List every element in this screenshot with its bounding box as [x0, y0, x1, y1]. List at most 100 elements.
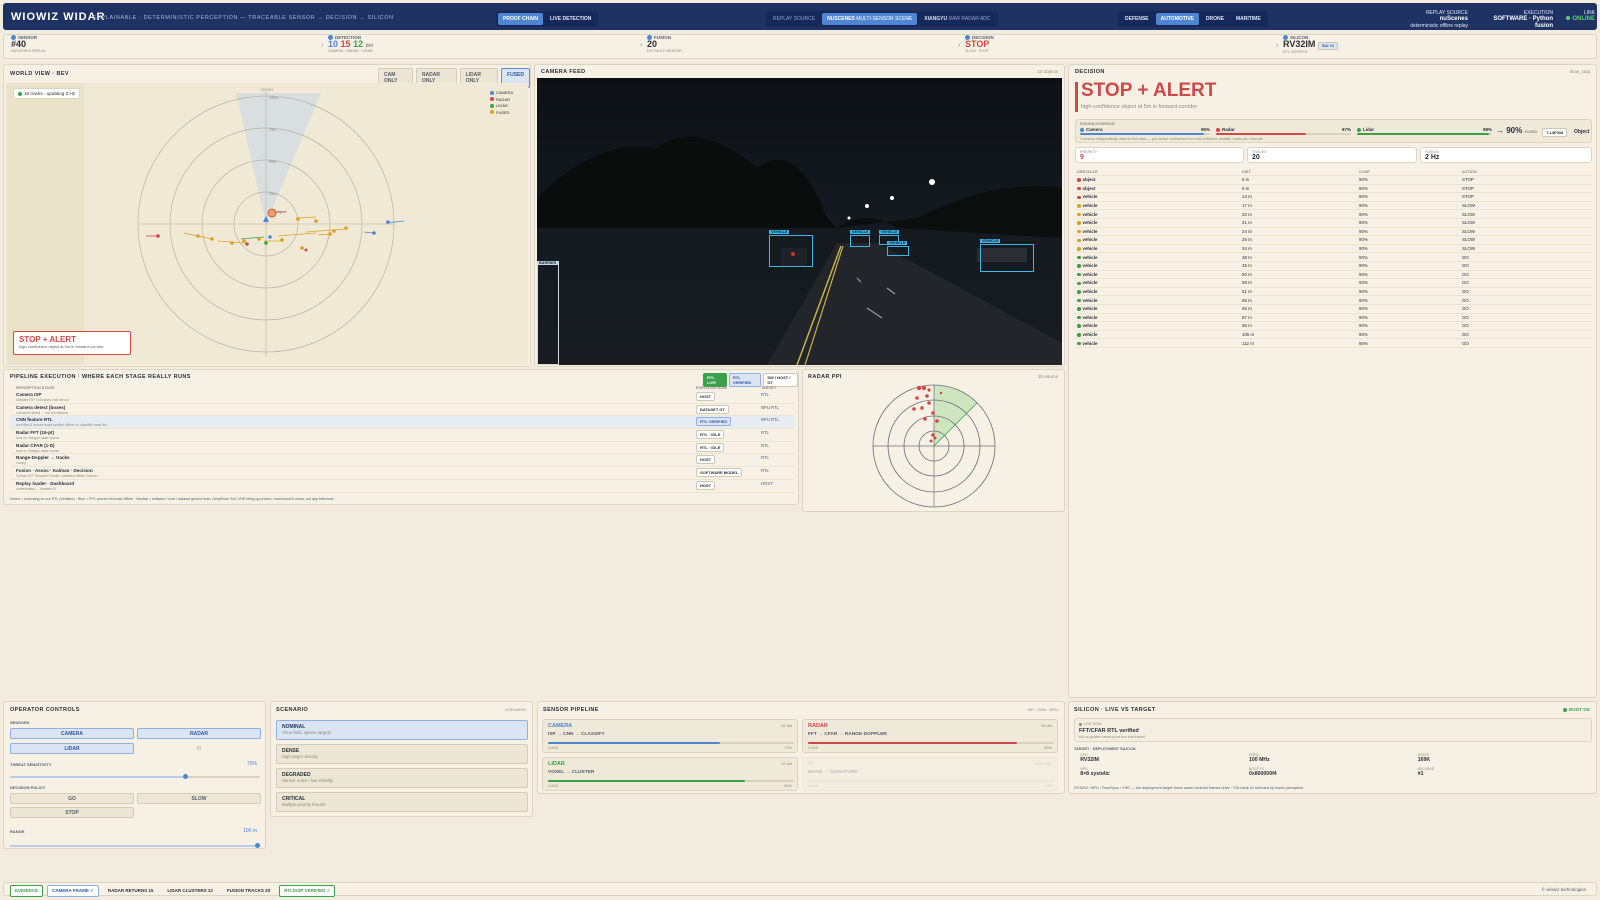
policy-slow[interactable]: SLOW [137, 793, 261, 804]
obstacle-row[interactable]: vehicle 105 m 90% GO [1075, 331, 1592, 340]
mode-live-detection[interactable]: LIVE DETECTION [545, 13, 596, 25]
obstacle-row[interactable]: vehicle 65 m 90% GO [1075, 296, 1592, 305]
obstacle-dist: 38 m [1242, 254, 1252, 260]
chain-sensor[interactable]: SENSOR #40 NUSCENES REPLAY [11, 35, 46, 57]
domain-automotive[interactable]: AUTOMOTIVE [1155, 13, 1199, 25]
stage-name: Range-Doppler → tracks [16, 455, 70, 461]
range-slider[interactable] [10, 843, 260, 848]
barrier-bbox[interactable]: BARRIER [537, 261, 559, 365]
camera-frame[interactable]: VEHICLE VEHICLE VEHICLE VEHICLE VEHICLE … [537, 78, 1062, 365]
range-slider-knob[interactable] [255, 843, 260, 848]
domain-maritime[interactable]: MARITIME [1231, 13, 1266, 25]
scenario-degraded[interactable]: DEGRADED Sensor noise / low visibility [276, 768, 528, 788]
replay-switch: REPLAY SOURCE NUSCENES multi-sensor scen… [766, 11, 998, 27]
replay-xiangyu[interactable]: XIANGYU raw radar ADC [919, 13, 995, 25]
decision-tag: slow_stop [1569, 69, 1590, 74]
sensor-card-chain: ISP → CNN → CLASSIFY [548, 732, 605, 737]
target-cell: RTL [761, 442, 769, 448]
sensor-toggle-radar[interactable]: RADAR [137, 728, 261, 739]
scenario-nominal[interactable]: NOMINAL Clear field, sparse targets [276, 720, 528, 740]
scenario-dense[interactable]: DENSE High target density [276, 744, 528, 764]
bev-canvas[interactable]: FRONT 100m 75m 50m 25m object 18 tracks … [6, 83, 528, 365]
domain-drone[interactable]: DRONE [1201, 13, 1229, 25]
radar-ppi-plot[interactable] [871, 383, 997, 509]
obstacle-row[interactable]: vehicle 24 m 90% SLOW [1075, 228, 1592, 237]
stage-cell: Range-Doppler → tracks numpy [10, 455, 696, 466]
obstacle-row[interactable]: vehicle 50 m 90% GO [1075, 271, 1592, 280]
obstacle-row[interactable]: vehicle 87 m 90% GO [1075, 314, 1592, 323]
obstacle-row[interactable]: vehicle 56 m 90% GO [1075, 279, 1592, 288]
obstacle-row[interactable]: vehicle 20 m 90% SLOW [1075, 210, 1592, 219]
vehicle-bbox[interactable]: VEHICLE [850, 230, 871, 247]
obstacle-row[interactable]: vehicle 61 m 90% GO [1075, 288, 1592, 297]
load-value: 70% [784, 746, 792, 750]
chip-lidar-clusters[interactable]: LIDAR CLUSTERS 12 [162, 885, 218, 897]
scenario-critical[interactable]: CRITICAL Multiple priority threats [276, 792, 528, 812]
obstacle-row[interactable]: vehicle 96 m 90% GO [1075, 322, 1592, 331]
chain-silicon[interactable]: SILICON RV32IM SIU #1 RTL VERIFIED [1283, 35, 1339, 57]
pipeline-row[interactable]: Radar FFT (16-pt) runs on Xiangyu radar s… [10, 429, 794, 442]
sensor-card-chain: BEAM → SIGNATURE [808, 770, 858, 775]
threat-slider[interactable] [10, 774, 260, 779]
domain-defense[interactable]: DEFENSE [1120, 13, 1154, 25]
obstacle-action: SLOW [1462, 246, 1475, 252]
pipeline-row[interactable]: Camera detect (boxes) nuScenes labels → n… [10, 404, 794, 417]
obstacle-row[interactable]: vehicle 34 m 90% SLOW [1075, 245, 1592, 254]
sensor-toggle-ir[interactable]: IR [137, 743, 261, 754]
chip-fusion-tracks[interactable]: FUSION TRACKS 20 [222, 885, 275, 897]
boot-ok-icon [1563, 707, 1567, 712]
obstacle-conf: 90% [1359, 331, 1368, 337]
footer-bar: EVIDENCE CAMERA FRAME ✓ RADAR RETURNS 15… [3, 882, 1597, 897]
obstacle-row[interactable]: vehicle 17 m 90% SLOW [1075, 202, 1592, 211]
obstacle-rows: object 6 m 90% STOP object 8 m 90% STOP vehicle 1… [1075, 176, 1592, 348]
vehicle-bbox[interactable]: VEHICLE [980, 239, 1034, 272]
obstacle-table: OBSTACLE DIST CONF ACTION object 6 m 90% STOP o… [1075, 169, 1592, 348]
sensor-toggle-lidar[interactable]: LIDAR [10, 743, 134, 754]
threat-slider-knob[interactable] [183, 774, 188, 779]
sensor-card-radar[interactable]: RADAR 15 det FFT → CFAR → RANGE-DOPPLER LOA… [802, 719, 1058, 753]
policy-go[interactable]: GO [10, 793, 134, 804]
chip-rtl-dsp-verified[interactable]: RTL/DSP VERIFIED ✓ [279, 885, 336, 897]
pipeline-row[interactable]: CNN feature RTL conv/ReLU feature maps ve… [10, 416, 794, 430]
pipeline-row[interactable]: Camera ISP software ISP, nuScenes; real s… [10, 391, 794, 404]
mode-proof-chain[interactable]: PROOF CHAIN [498, 13, 543, 25]
load-value: 80% [784, 784, 792, 788]
pipeline-row[interactable]: Replay loader · Dashboard orchestration →… [10, 480, 794, 493]
chip-radar-returns[interactable]: RADAR RETURNS 15 [103, 885, 159, 897]
executed-cell: RTL VERIFIED [696, 417, 761, 427]
obstacle-row[interactable]: vehicle 45 m 90% GO [1075, 262, 1592, 271]
obstacle-row[interactable]: vehicle 14 m 90% STOP [1075, 193, 1592, 202]
replay-nuscenes[interactable]: NUSCENES multi-sensor scene [822, 13, 918, 25]
obstacle-conf: 90% [1359, 211, 1368, 217]
domain-switch: DEFENSE AUTOMOTIVE DRONE MARITIME [1118, 11, 1268, 27]
obstacle-name: vehicle [1075, 237, 1242, 242]
obstacle-row[interactable]: object 8 m 90% STOP [1075, 185, 1592, 194]
pipeline-row[interactable]: Radar CFAR (1-D) runs on Xiangyu radar so… [10, 442, 794, 455]
obstacle-row[interactable]: vehicle 38 m 90% GO [1075, 253, 1592, 262]
target-cell: HOST [761, 480, 773, 486]
pipeline-row[interactable]: Fusion · Assoc · Kalman · Decision Python… [10, 467, 794, 480]
sensor-card-camera[interactable]: CAMERA 10 det ISP → CNN → CLASSIFY LOAD 70% [542, 719, 798, 753]
obstacle-row[interactable]: object 6 m 90% STOP [1075, 176, 1592, 185]
vehicle-bbox[interactable]: VEHICLE [887, 241, 909, 256]
policy-stop[interactable]: STOP [10, 807, 134, 818]
chain-decision[interactable]: DECISION STOP SLOW · STOP [965, 35, 994, 57]
chain-detection[interactable]: DETECTION 10 15 12 det CAMERA · RADAR · … [328, 35, 373, 57]
chip-evidence[interactable]: EVIDENCE [10, 885, 44, 897]
sensor-toggle-camera[interactable]: CAMERA [10, 728, 134, 739]
chain-fusion[interactable]: FUSION 20 DST MULTI-SENSOR [647, 35, 682, 57]
obstacle-row[interactable]: vehicle 112 m 90% GO [1075, 339, 1592, 348]
obstacle-conf: 90% [1359, 254, 1368, 260]
obstacle-name: object [1075, 177, 1242, 182]
pipeline-row[interactable]: Range-Doppler → tracks numpy HOST RTL [10, 454, 794, 468]
obstacle-row[interactable]: vehicle 21 m 90% SLOW [1075, 219, 1592, 228]
vehicle-bbox[interactable]: VEHICLE [769, 230, 813, 267]
chip-camera-frame[interactable]: CAMERA FRAME ✓ [47, 885, 99, 897]
sensor-pipeline-tag: ISP · CNN · NPU [1027, 707, 1058, 712]
stage-cell: Radar CFAR (1-D) runs on Xiangyu radar so… [10, 443, 696, 454]
sensor-card-lidar[interactable]: LIDAR 12 det VOXEL → CLUSTER LOAD 80% [542, 757, 798, 791]
obstacle-row[interactable]: vehicle 25 m 90% SLOW [1075, 236, 1592, 245]
silicon-field: SIU GRAD #1 [1417, 767, 1435, 777]
sensor-card-ir[interactable]: IR OFFLINE BEAM → SIGNATURE LOAD 0% [802, 757, 1058, 791]
obstacle-row[interactable]: vehicle 66 m 90% GO [1075, 305, 1592, 314]
